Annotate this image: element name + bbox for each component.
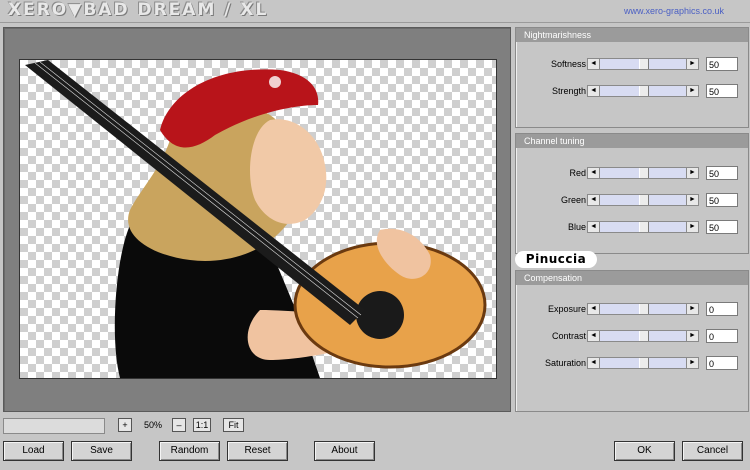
setting-row-contrast: Contrast ◄ ► 0 — [516, 329, 748, 345]
right-arrow-icon[interactable]: ► — [686, 168, 698, 178]
author-badge: Pinuccia — [515, 251, 597, 268]
blue-value-field[interactable]: 50 — [706, 220, 738, 234]
setting-label: Saturation — [544, 358, 586, 368]
contrast-value-field[interactable]: 0 — [706, 329, 738, 343]
right-arrow-icon[interactable]: ► — [686, 195, 698, 205]
setting-row-exposure: Exposure ◄ ► 0 — [516, 302, 748, 318]
setting-row-red: Red ◄ ► 50 — [516, 166, 748, 182]
red-value-field[interactable]: 50 — [706, 166, 738, 180]
reset-button[interactable]: Reset — [227, 441, 288, 461]
right-arrow-icon[interactable]: ► — [686, 59, 698, 69]
slider-thumb[interactable] — [639, 195, 649, 205]
right-arrow-icon[interactable]: ► — [686, 331, 698, 341]
softness-value-field[interactable]: 50 — [706, 57, 738, 71]
left-arrow-icon[interactable]: ◄ — [588, 304, 600, 314]
saturation-slider[interactable]: ◄ ► — [587, 357, 699, 369]
group-title: Channel tuning — [516, 134, 748, 148]
right-arrow-icon[interactable]: ► — [686, 304, 698, 314]
setting-label: Exposure — [547, 304, 586, 314]
red-slider[interactable]: ◄ ► — [587, 167, 699, 179]
preview-image — [25, 60, 487, 378]
exposure-slider[interactable]: ◄ ► — [587, 303, 699, 315]
blue-slider[interactable]: ◄ ► — [587, 221, 699, 233]
setting-label: Softness — [550, 59, 586, 69]
zoom-level: 50% — [143, 420, 162, 430]
green-slider[interactable]: ◄ ► — [587, 194, 699, 206]
group-title: Nightmarishness — [516, 28, 748, 42]
zoom-in-button[interactable]: + — [118, 418, 132, 432]
preview-canvas[interactable] — [19, 59, 497, 379]
setting-row-softness: Softness ◄ ► 50 — [516, 57, 748, 73]
app-title: XERO▼BAD DREAM / XL — [8, 0, 269, 20]
zoom-fit-button[interactable]: Fit — [223, 418, 244, 432]
cancel-button[interactable]: Cancel — [682, 441, 743, 461]
strength-value-field[interactable]: 50 — [706, 84, 738, 98]
progress-field — [3, 418, 105, 434]
left-arrow-icon[interactable]: ◄ — [588, 168, 600, 178]
group-channel-tuning: Channel tuning Red ◄ ► 50 Green ◄ ► 50 B… — [515, 133, 749, 254]
slider-thumb[interactable] — [639, 331, 649, 341]
group-title: Compensation — [516, 271, 748, 285]
guitar-soundhole — [356, 291, 404, 339]
slider-thumb[interactable] — [639, 222, 649, 232]
right-arrow-icon[interactable]: ► — [686, 86, 698, 96]
slider-thumb[interactable] — [639, 304, 649, 314]
website-link[interactable]: www.xero-graphics.co.uk — [624, 6, 724, 16]
group-nightmarishness: Nightmarishness Softness ◄ ► 50 Strength… — [515, 27, 749, 128]
hat-emblem — [269, 76, 281, 88]
face-shape — [250, 119, 327, 224]
preview-panel — [3, 27, 511, 412]
setting-row-saturation: Saturation ◄ ► 0 — [516, 356, 748, 372]
about-button[interactable]: About — [314, 441, 375, 461]
setting-row-blue: Blue ◄ ► 50 — [516, 220, 748, 236]
left-arrow-icon[interactable]: ◄ — [588, 331, 600, 341]
save-button[interactable]: Save — [71, 441, 132, 461]
setting-label: Green — [560, 195, 586, 205]
slider-thumb[interactable] — [639, 86, 649, 96]
group-compensation: Compensation Exposure ◄ ► 0 Contrast ◄ ►… — [515, 270, 749, 412]
ok-button[interactable]: OK — [614, 441, 675, 461]
saturation-value-field[interactable]: 0 — [706, 356, 738, 370]
setting-row-green: Green ◄ ► 50 — [516, 193, 748, 209]
strength-slider[interactable]: ◄ ► — [587, 85, 699, 97]
softness-slider[interactable]: ◄ ► — [587, 58, 699, 70]
right-arrow-icon[interactable]: ► — [686, 222, 698, 232]
left-arrow-icon[interactable]: ◄ — [588, 86, 600, 96]
slider-thumb[interactable] — [639, 358, 649, 368]
slider-thumb[interactable] — [639, 168, 649, 178]
zoom-actual-size-button[interactable]: 1:1 — [193, 418, 211, 432]
left-arrow-icon[interactable]: ◄ — [588, 222, 600, 232]
setting-label: Blue — [567, 222, 586, 232]
slider-thumb[interactable] — [639, 59, 649, 69]
setting-label: Strength — [551, 86, 586, 96]
title-bar: XERO▼BAD DREAM / XL www.xero-graphics.co… — [0, 0, 750, 23]
load-button[interactable]: Load — [3, 441, 64, 461]
contrast-slider[interactable]: ◄ ► — [587, 330, 699, 342]
exposure-value-field[interactable]: 0 — [706, 302, 738, 316]
right-arrow-icon[interactable]: ► — [686, 358, 698, 368]
setting-row-strength: Strength ◄ ► 50 — [516, 84, 748, 100]
left-arrow-icon[interactable]: ◄ — [588, 195, 600, 205]
random-button[interactable]: Random — [159, 441, 220, 461]
left-arrow-icon[interactable]: ◄ — [588, 358, 600, 368]
setting-label: Contrast — [551, 331, 586, 341]
zoom-out-button[interactable]: – — [172, 418, 186, 432]
green-value-field[interactable]: 50 — [706, 193, 738, 207]
left-arrow-icon[interactable]: ◄ — [588, 59, 600, 69]
setting-label: Red — [569, 168, 586, 178]
